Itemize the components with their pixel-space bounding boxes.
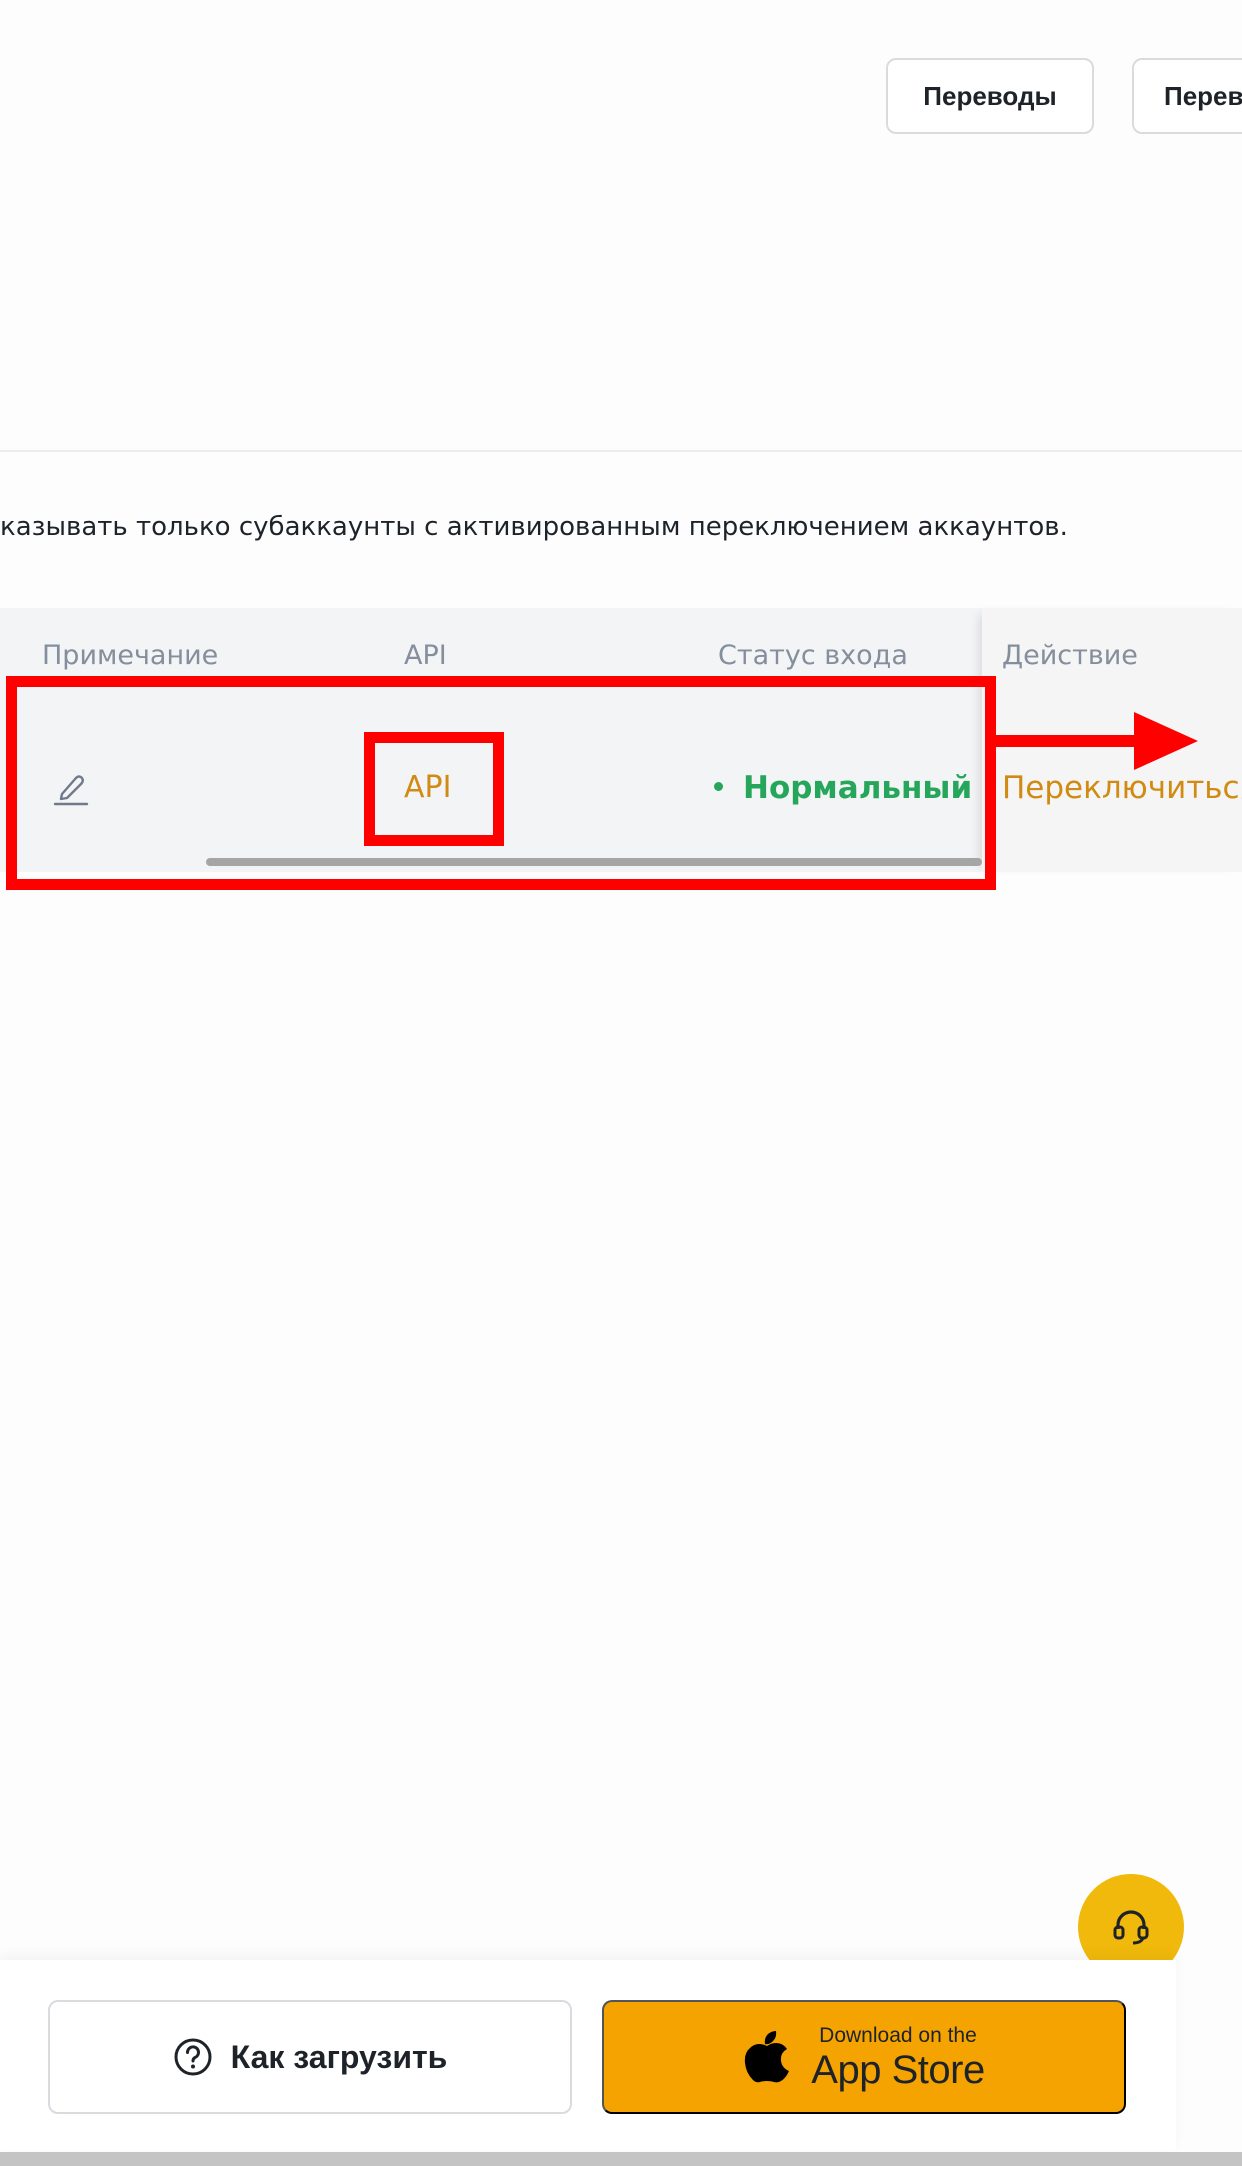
filter-note: казывать только субаккаунты с активирова… bbox=[0, 512, 1068, 542]
how-to-download-label: Как загрузить bbox=[230, 2038, 448, 2075]
column-header-action: Действие bbox=[1002, 640, 1138, 671]
how-to-download-button[interactable]: Как загрузить bbox=[48, 2000, 572, 2114]
app-store-text: Download on the App Store bbox=[811, 2023, 985, 2092]
bottom-scroll-strip bbox=[0, 2152, 1242, 2166]
app-store-big-label: App Store bbox=[811, 2047, 985, 2092]
transfers-button-secondary[interactable]: Переводы bbox=[1132, 58, 1242, 134]
annotation-api-highlight bbox=[364, 732, 504, 846]
page-background bbox=[0, 0, 1242, 2166]
annotation-arrow-right-icon bbox=[996, 712, 1198, 770]
section-divider bbox=[0, 450, 1242, 452]
question-circle-icon bbox=[174, 2038, 212, 2076]
apple-logo-icon bbox=[745, 2031, 790, 2083]
switch-account-link[interactable]: Переключиться bbox=[1002, 770, 1242, 806]
headset-icon bbox=[1113, 1910, 1149, 1945]
app-store-button[interactable]: Download on the App Store bbox=[602, 2000, 1126, 2114]
column-header-api: API bbox=[404, 640, 447, 671]
column-header-note: Примечание bbox=[42, 640, 219, 671]
transfers-button[interactable]: Переводы bbox=[886, 58, 1094, 134]
app-store-small-label: Download on the bbox=[819, 2023, 977, 2047]
column-header-login-status: Статус входа bbox=[718, 640, 908, 671]
